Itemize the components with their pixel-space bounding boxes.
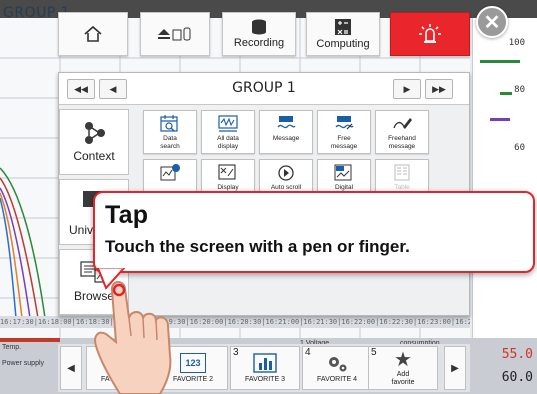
- favorite-3-number: 3: [233, 347, 239, 358]
- all-data-display-button[interactable]: All data display: [201, 110, 255, 154]
- previous-group-button[interactable]: ◀: [99, 79, 127, 99]
- callout-title: Tap: [105, 201, 149, 229]
- freehand-pen-icon: [393, 118, 412, 129]
- channel-value-1: 55.0: [501, 347, 533, 362]
- scale-marker-green-2: [500, 92, 512, 95]
- data-search-button[interactable]: Data search: [143, 110, 197, 154]
- freehand-message-button[interactable]: Freehand message: [375, 110, 429, 154]
- group-navigation-bar: ◀◀ ◀ GROUP 1 ▶ ▶▶: [59, 73, 469, 105]
- database-icon: [252, 19, 266, 35]
- eject-sd-usb-icon: [158, 27, 191, 41]
- calendar-search-icon: [160, 115, 178, 132]
- callout-description: Touch the screen with a pen or finger.: [105, 237, 410, 256]
- alarm-button[interactable]: [390, 12, 470, 56]
- table-icon: [394, 164, 410, 181]
- media-button[interactable]: [140, 12, 210, 56]
- favorite-5-number: 5: [371, 347, 377, 358]
- digital-display-icon: [334, 164, 352, 181]
- auto-scroll-icon: [278, 165, 294, 181]
- group-name: GROUP 1: [232, 80, 296, 96]
- scale-label-low: 60: [514, 143, 525, 153]
- trend-lines: [0, 167, 46, 319]
- status-label-power: Power supply: [2, 360, 45, 367]
- freehand-message-label: Freehand message: [388, 135, 416, 150]
- favorite-3-button[interactable]: 3 FAVORITE 3: [230, 346, 300, 390]
- recording-label: Recording: [233, 37, 285, 49]
- context-tab[interactable]: Context: [59, 109, 129, 175]
- favorite-4-button[interactable]: 4 FAVORITE 4: [302, 346, 372, 390]
- scale-marker-purple: [490, 118, 510, 121]
- alarm-light-icon: [419, 24, 441, 43]
- recording-button[interactable]: Recording: [222, 12, 296, 56]
- next-group-button[interactable]: ▶: [393, 79, 421, 99]
- home-icon: [84, 25, 102, 42]
- message-label: Message: [272, 135, 300, 142]
- scale-marker-green: [480, 60, 520, 63]
- scale-label-top: 100: [508, 38, 525, 48]
- scale-label-mid: 80: [514, 85, 525, 95]
- first-group-button[interactable]: ◀◀: [67, 79, 95, 99]
- context-label: Context: [73, 149, 115, 163]
- favorites-previous-button[interactable]: ◀: [60, 346, 82, 390]
- favorite-4-number: 4: [305, 347, 311, 358]
- free-message-icon: [335, 116, 354, 130]
- status-labels: Temp. Power supply: [2, 340, 44, 372]
- free-message-button[interactable]: Free message: [317, 110, 371, 154]
- data-search-label: Data search: [160, 135, 180, 150]
- free-message-label: Free message: [330, 135, 358, 150]
- message-button[interactable]: Message: [259, 110, 313, 154]
- channel-value-2: 60.0: [501, 370, 533, 385]
- computing-button[interactable]: Computing: [306, 12, 380, 56]
- last-group-button[interactable]: ▶▶: [425, 79, 453, 99]
- add-favorite-button[interactable]: 5 ★ Add favorite: [368, 346, 438, 390]
- star-icon: ★: [394, 348, 412, 371]
- message-icon: [277, 116, 296, 129]
- all-data-display-label: All data display: [217, 135, 239, 150]
- calculator-icon: [335, 19, 351, 35]
- favorite-3-label: FAVORITE 3: [245, 375, 285, 383]
- tapping-hand-icon: [94, 281, 172, 394]
- bar-graph-icon: [253, 352, 277, 373]
- favorite-4-label: FAVORITE 4: [317, 375, 357, 383]
- computing-label: Computing: [316, 38, 370, 50]
- display-switch-icon: [218, 164, 236, 180]
- favorites-next-button[interactable]: ▶: [444, 346, 466, 390]
- trend-info-icon: [160, 164, 180, 181]
- status-label-temp: Temp.: [2, 344, 22, 351]
- waveform-icon: [218, 115, 238, 132]
- context-icon: [85, 122, 105, 144]
- home-button[interactable]: [58, 12, 128, 56]
- time-axis: 16:17:30|16:18:00|16:18:30|16:19:00|16:1…: [0, 316, 470, 328]
- scale-column: 100 80 60: [472, 18, 537, 338]
- add-favorite-label: Add favorite: [391, 370, 415, 386]
- close-button[interactable]: ✕: [476, 6, 508, 38]
- settings-gears-icon: [329, 356, 347, 371]
